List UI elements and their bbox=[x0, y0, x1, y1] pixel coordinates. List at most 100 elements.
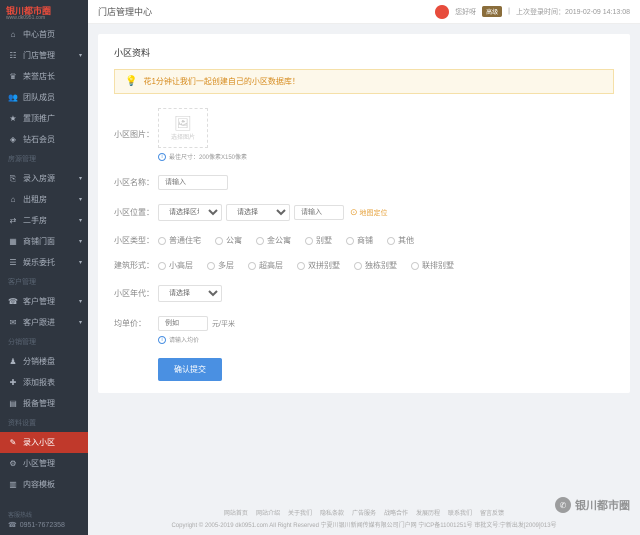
menu-icon: ⇄ bbox=[8, 216, 18, 226]
radio-icon bbox=[248, 262, 256, 270]
radio-label: 超高层 bbox=[259, 260, 283, 271]
upload-box[interactable]: 🖼 选择图片 bbox=[158, 108, 208, 148]
radio-option[interactable]: 多层 bbox=[207, 260, 234, 271]
submit-button[interactable]: 确认提交 bbox=[158, 358, 222, 381]
watermark: ✆ 银川都市圈 bbox=[555, 497, 630, 513]
footer-link[interactable]: 网站介绍 bbox=[256, 508, 280, 517]
sidebar-item[interactable]: ✚添加报表 bbox=[0, 372, 88, 393]
label-price: 均单价： bbox=[114, 318, 158, 329]
sidebar-item[interactable]: ♟分销楼盘 bbox=[0, 351, 88, 372]
menu-label: 客户管理 bbox=[23, 296, 55, 307]
sidebar-item[interactable]: ☰娱乐委托▾ bbox=[0, 252, 88, 273]
contact-phone: ☎0951-7672358 bbox=[8, 521, 80, 529]
footer-link[interactable]: 战略合作 bbox=[384, 508, 408, 517]
image-icon: 🖼 bbox=[174, 115, 192, 132]
menu-icon: ⎘ bbox=[8, 174, 18, 184]
radio-icon bbox=[256, 237, 264, 245]
sidebar-item[interactable]: ☷ 门店管理 ▾ bbox=[0, 45, 88, 66]
chevron-icon: ▾ bbox=[79, 319, 82, 326]
chevron-icon: ▾ bbox=[79, 52, 82, 59]
logo-sub: www.dk0951.com bbox=[6, 15, 51, 21]
bulb-icon: 💡 bbox=[125, 76, 137, 87]
radio-option[interactable]: 联排别墅 bbox=[411, 260, 454, 271]
radio-label: 别墅 bbox=[316, 235, 332, 246]
price-input[interactable] bbox=[158, 316, 208, 331]
greeting: 您好呀 bbox=[455, 7, 476, 17]
radio-icon bbox=[411, 262, 419, 270]
radio-icon bbox=[158, 237, 166, 245]
sidebar-item[interactable]: ✉客户跟进▾ bbox=[0, 312, 88, 333]
footer-link[interactable]: 联系我们 bbox=[448, 508, 472, 517]
menu-label: 出租房 bbox=[23, 194, 47, 205]
sidebar-footer: 客服热线 ☎0951-7672358 bbox=[0, 504, 88, 535]
footer-link[interactable]: 隐私条款 bbox=[320, 508, 344, 517]
name-input[interactable] bbox=[158, 175, 228, 190]
sidebar-item[interactable]: ▦商铺门面▾ bbox=[0, 231, 88, 252]
radio-option[interactable]: 商铺 bbox=[346, 235, 373, 246]
radio-option[interactable]: 金公寓 bbox=[256, 235, 291, 246]
radio-option[interactable]: 超高层 bbox=[248, 260, 283, 271]
menu-label: 团队成员 bbox=[23, 92, 55, 103]
avatar[interactable] bbox=[435, 5, 449, 19]
year-select[interactable]: 请选择 bbox=[158, 285, 222, 302]
radio-option[interactable]: 独栋别墅 bbox=[354, 260, 397, 271]
panel-title: 小区资料 bbox=[114, 46, 614, 59]
menu-label: 客户跟进 bbox=[23, 317, 55, 328]
copyright: Copyright © 2005-2019 dk0951.com All Rig… bbox=[88, 520, 640, 529]
sidebar-item[interactable]: ▥内容模板 bbox=[0, 474, 88, 495]
radio-icon bbox=[346, 237, 354, 245]
footer-link[interactable]: 广告服务 bbox=[352, 508, 376, 517]
sidebar-item[interactable]: ☎客户管理▾ bbox=[0, 291, 88, 312]
logo: 银川都市圈 www.dk0951.com bbox=[0, 0, 88, 24]
loc-input[interactable] bbox=[294, 205, 344, 220]
radio-option[interactable]: 公寓 bbox=[215, 235, 242, 246]
menu-icon: ☷ bbox=[8, 51, 18, 61]
pic-hint: i最佳尺寸：200像素X150像素 bbox=[158, 152, 247, 161]
footer-link[interactable]: 网站首页 bbox=[224, 508, 248, 517]
chevron-icon: ▾ bbox=[79, 238, 82, 245]
menu-icon: ▤ bbox=[8, 399, 18, 409]
sidebar-item[interactable]: ✎录入小区 bbox=[0, 432, 88, 453]
menu-icon: ▥ bbox=[8, 480, 18, 490]
sidebar-item[interactable]: ⚙小区管理 bbox=[0, 453, 88, 474]
radio-option[interactable]: 双拼别墅 bbox=[297, 260, 340, 271]
radio-label: 其他 bbox=[398, 235, 414, 246]
sidebar-item[interactable]: ◈钻石会员 bbox=[0, 129, 88, 150]
sidebar-item[interactable]: ⌂中心首页 bbox=[0, 24, 88, 45]
footer-link[interactable]: 发展历程 bbox=[416, 508, 440, 517]
menu-label: 二手房 bbox=[23, 215, 47, 226]
sidebar-item[interactable]: ⇄二手房▾ bbox=[0, 210, 88, 231]
price-hint: i请输入均价 bbox=[158, 335, 614, 344]
sub-select[interactable]: 请选择 bbox=[226, 204, 290, 221]
radio-option[interactable]: 其他 bbox=[387, 235, 414, 246]
footer-link[interactable]: 留言反馈 bbox=[480, 508, 504, 517]
divider: | bbox=[508, 8, 510, 15]
sidebar-item[interactable]: ⎘录入房源▾ bbox=[0, 168, 88, 189]
watermark-text: 银川都市圈 bbox=[575, 497, 630, 513]
map-locate[interactable]: 地图定位 bbox=[360, 208, 388, 218]
radio-label: 公寓 bbox=[226, 235, 242, 246]
menu-label: 门店管理 bbox=[23, 50, 55, 61]
region-select[interactable]: 请选择区域 bbox=[158, 204, 222, 221]
sidebar-item[interactable]: 👥团队成员 bbox=[0, 87, 88, 108]
menu-icon: ★ bbox=[8, 114, 18, 124]
sidebar-menu: ⌂中心首页 ☷ 门店管理 ▾ ♛荣誉店长👥团队成员★置顶推广◈钻石会员 房源管理 ⎘录入… bbox=[0, 24, 88, 535]
radio-option[interactable]: 小高层 bbox=[158, 260, 193, 271]
radio-option[interactable]: 别墅 bbox=[305, 235, 332, 246]
tip-box: 💡 花1分钟让我们一起创建自己的小区数据库！ bbox=[114, 69, 614, 94]
sidebar-item[interactable]: ♛荣誉店长 bbox=[0, 66, 88, 87]
wechat-icon: ✆ bbox=[555, 497, 571, 513]
map-icon[interactable]: ⊙ bbox=[350, 207, 358, 218]
menu-label: 中心首页 bbox=[23, 29, 55, 40]
menu-header: 房源管理 bbox=[0, 150, 88, 168]
contact-header: 客服热线 bbox=[8, 510, 80, 519]
sidebar-item[interactable]: ★置顶推广 bbox=[0, 108, 88, 129]
tip-text: 花1分钟让我们一起创建自己的小区数据库！ bbox=[143, 76, 299, 87]
sidebar-item[interactable]: ⌂出租房▾ bbox=[0, 189, 88, 210]
sidebar-item[interactable]: ▤报备管理 bbox=[0, 393, 88, 414]
footer-link[interactable]: 关于我们 bbox=[288, 508, 312, 517]
radio-icon bbox=[305, 237, 313, 245]
chevron-icon: ▾ bbox=[79, 259, 82, 266]
radio-label: 普通住宅 bbox=[169, 235, 201, 246]
radio-option[interactable]: 普通住宅 bbox=[158, 235, 201, 246]
